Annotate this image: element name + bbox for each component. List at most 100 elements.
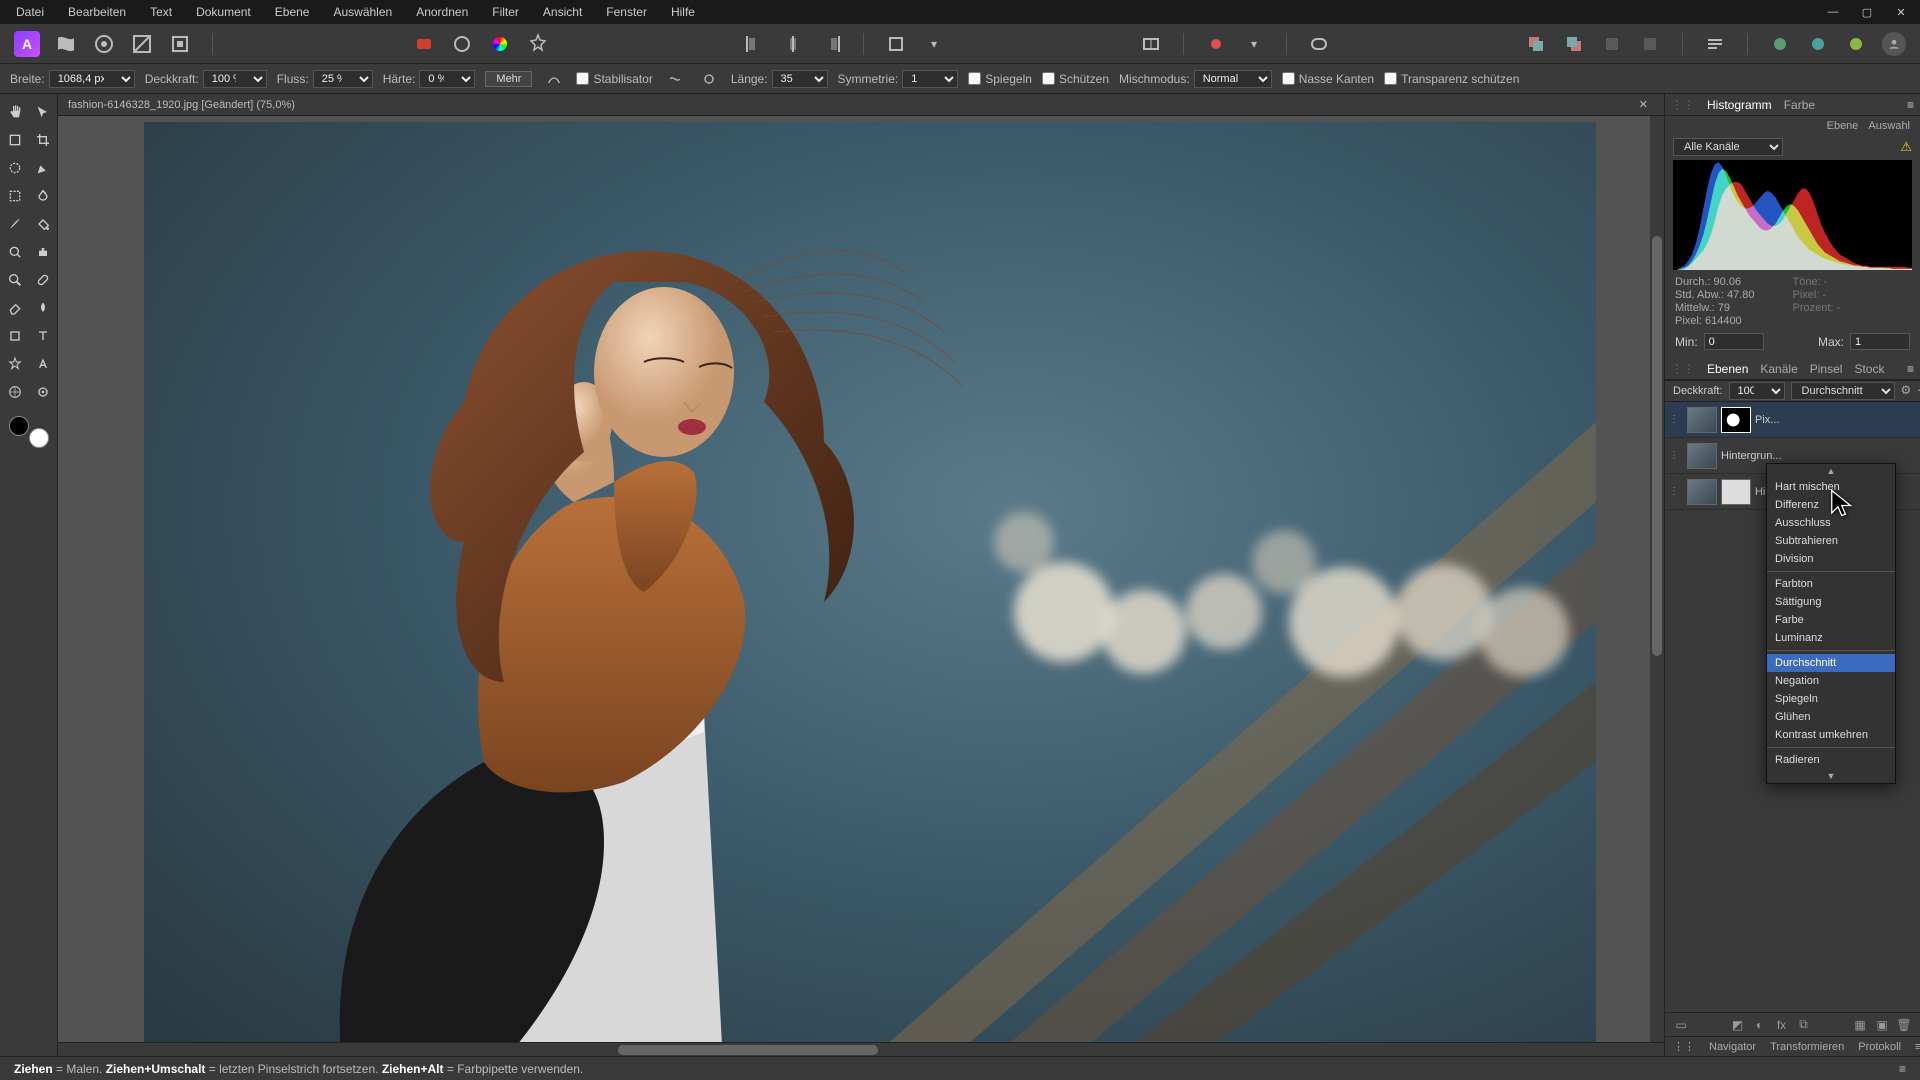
layer-visibility-icon[interactable]: ⋮ bbox=[1669, 486, 1683, 497]
add-green-icon[interactable] bbox=[1768, 32, 1792, 56]
view-tool-icon[interactable] bbox=[3, 128, 27, 152]
crop-ratio-icon[interactable] bbox=[1139, 32, 1163, 56]
account-avatar-icon[interactable] bbox=[1882, 32, 1906, 56]
hardness-input[interactable]: 0 % bbox=[419, 70, 475, 88]
subtab-layer[interactable]: Ebene bbox=[1827, 120, 1859, 132]
paint-brush-icon[interactable] bbox=[3, 212, 27, 236]
dodge-tool-icon[interactable] bbox=[3, 240, 27, 264]
group-icon[interactable]: ▣ bbox=[1874, 1017, 1890, 1033]
flow-input[interactable]: 25 % bbox=[313, 70, 373, 88]
blend-option-farbton[interactable]: Farbton bbox=[1767, 575, 1895, 593]
tab-brushes[interactable]: Pinsel bbox=[1810, 359, 1843, 379]
panel-menu-icon[interactable]: ≡ bbox=[1907, 98, 1914, 112]
blend-option-subtrahieren[interactable]: Subtrahieren bbox=[1767, 532, 1895, 550]
clipping-warning-icon[interactable]: ⚠ bbox=[1900, 139, 1912, 155]
hand-tool-icon[interactable] bbox=[3, 100, 27, 124]
menu-text[interactable]: Text bbox=[138, 1, 184, 23]
panel-grip-icon[interactable]: ⋮⋮ bbox=[1671, 98, 1695, 112]
layer-row[interactable]: ⋮ Pix... bbox=[1665, 402, 1920, 438]
canvas[interactable] bbox=[144, 122, 1596, 1056]
autolevels-icon[interactable] bbox=[450, 32, 474, 56]
layer-opacity-input[interactable]: 100 % bbox=[1729, 382, 1785, 400]
color-swatches[interactable] bbox=[3, 416, 55, 448]
statusbar-menu-icon[interactable]: ≡ bbox=[1899, 1062, 1906, 1076]
blend-option-negation[interactable]: Negation bbox=[1767, 672, 1895, 690]
arrange-bwd-icon[interactable] bbox=[1638, 32, 1662, 56]
v-scroll-thumb[interactable] bbox=[1652, 236, 1662, 656]
mesh-tool-icon[interactable] bbox=[3, 380, 27, 404]
rope-mode-icon[interactable] bbox=[663, 67, 687, 91]
hist-max-input[interactable] bbox=[1850, 333, 1910, 350]
text-tool-icon[interactable] bbox=[31, 324, 55, 348]
blend-option-spiegeln[interactable]: Spiegeln bbox=[1767, 690, 1895, 708]
shape-tool-icon[interactable] bbox=[3, 324, 27, 348]
zoom-tool-icon[interactable] bbox=[3, 268, 27, 292]
menu-arrange[interactable]: Anordnen bbox=[404, 1, 480, 23]
blend-option-luminanz[interactable]: Luminanz bbox=[1767, 629, 1895, 647]
swatch-red-icon[interactable] bbox=[412, 32, 436, 56]
blend-option-sättigung[interactable]: Sättigung bbox=[1767, 593, 1895, 611]
panel-menu-icon[interactable]: ≡ bbox=[1907, 362, 1914, 376]
tab-navigator[interactable]: Navigator bbox=[1709, 1041, 1756, 1053]
color-picker-icon[interactable] bbox=[31, 380, 55, 404]
blend-option-glühen[interactable]: Glühen bbox=[1767, 708, 1895, 726]
window-mode-icon[interactable] bbox=[697, 67, 721, 91]
add-fx-icon[interactable]: fx bbox=[1774, 1017, 1790, 1033]
align-left-icon[interactable] bbox=[743, 32, 767, 56]
blendmode-select[interactable]: Normal bbox=[1194, 70, 1272, 88]
smudge-tool-icon[interactable] bbox=[31, 296, 55, 320]
add-lime-icon[interactable] bbox=[1844, 32, 1868, 56]
delete-layer-icon[interactable]: 🗑 bbox=[1896, 1017, 1912, 1033]
add-mask-icon[interactable]: ◩ bbox=[1730, 1017, 1746, 1033]
pressure-size-icon[interactable] bbox=[542, 67, 566, 91]
wetedges-checkbox[interactable] bbox=[1282, 72, 1295, 85]
tab-stock[interactable]: Stock bbox=[1854, 359, 1884, 379]
symmetry-input[interactable]: 1 bbox=[902, 70, 958, 88]
layer-thumbnail[interactable] bbox=[1687, 407, 1717, 433]
blend-option-hart-mischen[interactable]: Hart mischen bbox=[1767, 478, 1895, 496]
quick-mask-icon[interactable] bbox=[1307, 32, 1331, 56]
color-wheel-icon[interactable] bbox=[488, 32, 512, 56]
menu-layer[interactable]: Ebene bbox=[263, 1, 322, 23]
menu-help[interactable]: Hilfe bbox=[659, 1, 707, 23]
auto-wb-icon[interactable] bbox=[526, 32, 550, 56]
protect-checkbox[interactable] bbox=[1042, 72, 1055, 85]
arrange-fwd-icon[interactable] bbox=[1600, 32, 1624, 56]
add-teal-icon[interactable] bbox=[1806, 32, 1830, 56]
tab-transform[interactable]: Transformieren bbox=[1770, 1041, 1844, 1053]
blend-option-differenz[interactable]: Differenz bbox=[1767, 496, 1895, 514]
snapping-icon[interactable] bbox=[884, 32, 908, 56]
healing-tool-icon[interactable] bbox=[31, 268, 55, 292]
stabilizer-checkbox[interactable] bbox=[576, 72, 589, 85]
layer-gear-icon[interactable]: ⚙ bbox=[1901, 383, 1912, 399]
layer-name[interactable]: Hintergrun... bbox=[1721, 450, 1916, 462]
layer-visibility-icon[interactable]: ⋮ bbox=[1669, 414, 1683, 425]
width-input[interactable]: 1068,4 px bbox=[49, 70, 135, 88]
align-right-icon[interactable] bbox=[819, 32, 843, 56]
blend-option-ausschluss[interactable]: Ausschluss bbox=[1767, 514, 1895, 532]
dropdown-scroll-down-icon[interactable]: ▼ bbox=[1767, 769, 1895, 783]
menu-filter[interactable]: Filter bbox=[480, 1, 531, 23]
add-adjust-icon[interactable]: ◐ bbox=[1752, 1017, 1768, 1033]
blend-option-durchschnitt[interactable]: Durchschnitt bbox=[1767, 654, 1895, 672]
selection-brush-icon[interactable] bbox=[3, 156, 27, 180]
blend-option-division[interactable]: Division bbox=[1767, 550, 1895, 568]
persona-export-icon[interactable] bbox=[168, 32, 192, 56]
opacity-input[interactable]: 100 % bbox=[203, 70, 267, 88]
histogram-channel-select[interactable]: Alle Kanäle bbox=[1673, 138, 1783, 156]
tab-history[interactable]: Protokoll bbox=[1858, 1041, 1901, 1053]
fill-tool-icon[interactable] bbox=[31, 212, 55, 236]
document-close-icon[interactable]: ✕ bbox=[1633, 98, 1654, 111]
snapping-drop-icon[interactable]: ▾ bbox=[922, 32, 946, 56]
clone-tool-icon[interactable] bbox=[31, 240, 55, 264]
layer-link-icon[interactable]: ▭ bbox=[1673, 1017, 1689, 1033]
window-maximize-button[interactable]: ▢ bbox=[1852, 3, 1882, 21]
menu-select[interactable]: Auswählen bbox=[321, 1, 404, 23]
protectalpha-checkbox[interactable] bbox=[1384, 72, 1397, 85]
pen-tool-icon[interactable] bbox=[31, 156, 55, 180]
move-tool-icon[interactable] bbox=[31, 100, 55, 124]
menu-document[interactable]: Dokument bbox=[184, 1, 263, 23]
panel-menu-icon[interactable]: ≡ bbox=[1915, 1041, 1920, 1053]
horizontal-scrollbar[interactable] bbox=[58, 1042, 1664, 1056]
layer-thumbnail[interactable] bbox=[1687, 443, 1717, 469]
